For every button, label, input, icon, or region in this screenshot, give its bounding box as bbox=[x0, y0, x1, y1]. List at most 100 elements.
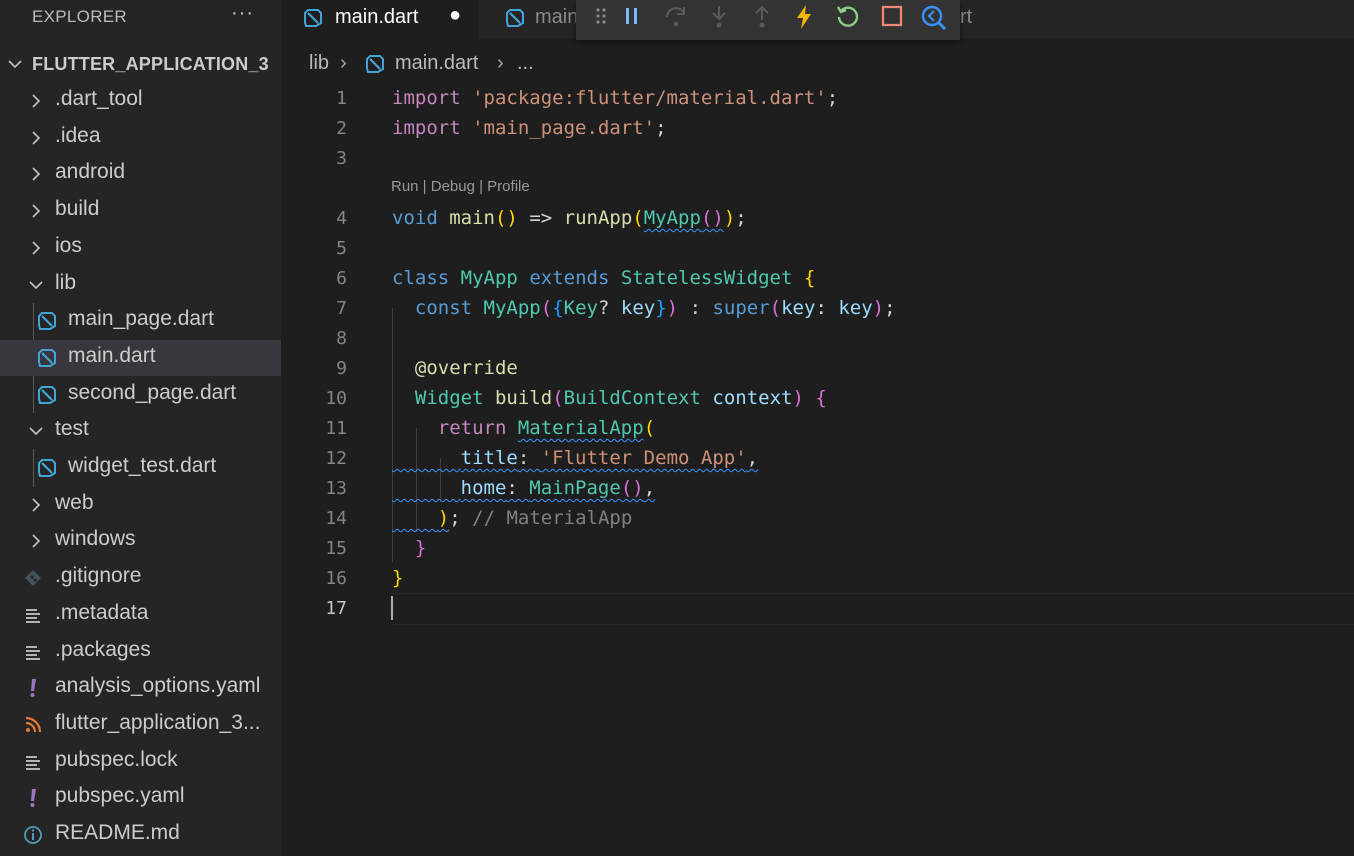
more-actions-icon[interactable]: ··· bbox=[231, 2, 254, 25]
file-item[interactable]: .gitignore bbox=[0, 560, 281, 596]
file-item[interactable]: README.md bbox=[0, 817, 281, 853]
breadcrumb-file[interactable]: main.dart bbox=[395, 52, 478, 75]
bracket: ( bbox=[643, 417, 656, 439]
code-line-15: } bbox=[392, 537, 426, 559]
file-item[interactable]: second_page.dart bbox=[0, 377, 281, 413]
bracket: () bbox=[700, 207, 724, 229]
punctuation: : bbox=[517, 447, 541, 469]
breadcrumb-symbol[interactable]: ... bbox=[517, 52, 534, 75]
chevron-down-icon bbox=[27, 419, 45, 443]
bracket: ) bbox=[666, 297, 679, 319]
folder-item[interactable]: test bbox=[0, 413, 281, 449]
hot-reload-icon[interactable] bbox=[790, 3, 818, 31]
folder-item[interactable]: .idea bbox=[0, 120, 281, 156]
breadcrumb-folder[interactable]: lib bbox=[309, 52, 329, 75]
unsaved-dot-icon[interactable]: ● bbox=[449, 4, 461, 27]
code-line-7: const MyApp({Key? key}) : super(key: key… bbox=[392, 297, 896, 319]
step-into-icon[interactable] bbox=[705, 3, 733, 31]
tree-item-label: build bbox=[55, 197, 100, 221]
punctuation: : bbox=[815, 297, 839, 319]
file-item[interactable]: .packages bbox=[0, 634, 281, 670]
bracket: } bbox=[655, 297, 667, 319]
tree-item-label: main_page.dart bbox=[68, 307, 214, 331]
punctuation: : bbox=[678, 297, 713, 319]
pause-icon[interactable] bbox=[618, 3, 646, 31]
tab-main-dart[interactable]: main.dart ● bbox=[281, 0, 479, 38]
folder-item[interactable]: ios bbox=[0, 230, 281, 266]
class-name: MainPage bbox=[529, 477, 621, 499]
string-literal: 'Flutter Demo App' bbox=[540, 447, 747, 469]
variable: title bbox=[460, 447, 518, 469]
folder-item[interactable]: web bbox=[0, 487, 281, 523]
codelens-run-debug-profile[interactable]: Run | Debug | Profile bbox=[391, 178, 530, 195]
line-number: 15 bbox=[325, 538, 347, 559]
file-item[interactable]: flutter_application_3... bbox=[0, 707, 281, 743]
code-line-16: } bbox=[392, 567, 403, 589]
punctuation: , bbox=[643, 477, 656, 499]
line-number: 9 bbox=[336, 358, 347, 379]
line-number: 11 bbox=[325, 418, 347, 439]
class-name: BuildContext bbox=[563, 387, 701, 409]
keyword: extends bbox=[529, 267, 610, 289]
closing-label-comment: // MaterialApp bbox=[472, 507, 633, 529]
chevron-right-icon bbox=[27, 126, 45, 150]
folder-item[interactable]: .dart_tool bbox=[0, 83, 281, 119]
line-number: 16 bbox=[325, 568, 347, 589]
tab-main-page-dart[interactable]: main bbox=[479, 0, 589, 38]
bracket: ) bbox=[792, 387, 804, 409]
code-line-4: void main() => runApp(MyApp()); bbox=[392, 207, 747, 229]
file-item[interactable]: main_page.dart bbox=[0, 303, 281, 339]
variable: context bbox=[712, 387, 793, 409]
folder-item[interactable]: windows bbox=[0, 523, 281, 559]
punctuation: ; bbox=[826, 87, 839, 109]
tree-item-label: README.md bbox=[55, 821, 180, 844]
tree-item-label: .dart_tool bbox=[55, 87, 143, 110]
text-file-icon bbox=[23, 752, 43, 772]
punctuation: : bbox=[506, 477, 530, 499]
folder-item[interactable]: lib bbox=[0, 267, 281, 303]
file-item[interactable]: pubspec.lock bbox=[0, 744, 281, 780]
step-over-icon[interactable] bbox=[662, 3, 690, 31]
line-number: 1 bbox=[336, 88, 347, 109]
git-file-icon bbox=[23, 568, 43, 588]
line-number: 14 bbox=[325, 508, 347, 529]
keyword: import bbox=[392, 87, 461, 109]
line-number: 3 bbox=[336, 148, 347, 169]
code-line-1: import 'package:flutter/material.dart'; bbox=[392, 87, 838, 109]
tree-item-label: lib bbox=[55, 270, 77, 294]
text-cursor bbox=[391, 596, 393, 620]
tab-label: main.dart bbox=[335, 6, 419, 28]
tab-label: main bbox=[535, 6, 579, 28]
step-out-icon[interactable] bbox=[748, 3, 776, 31]
tree-item-label: windows bbox=[55, 527, 136, 551]
chevron-down-icon bbox=[6, 52, 24, 76]
function-name: build bbox=[494, 387, 553, 409]
bracket: ( bbox=[552, 387, 564, 409]
explorer-sidebar: EXPLORER ··· FLUTTER_APPLICATION_3 .dart… bbox=[0, 0, 281, 856]
file-item[interactable]: main.dart bbox=[0, 339, 281, 376]
function-name: main bbox=[449, 207, 495, 229]
dart-file-icon bbox=[37, 458, 57, 478]
folder-item[interactable]: android bbox=[0, 156, 281, 192]
devtools-icon[interactable] bbox=[920, 3, 948, 31]
folder-item[interactable]: build bbox=[0, 193, 281, 229]
stop-icon[interactable] bbox=[878, 3, 906, 31]
dart-file-icon bbox=[37, 311, 57, 331]
tree-item-label: test bbox=[55, 417, 89, 441]
tree-item-label: pubspec.yaml bbox=[55, 784, 185, 808]
file-item[interactable]: analysis_options.yaml bbox=[0, 670, 281, 706]
file-item[interactable]: .metadata bbox=[0, 597, 281, 633]
line-number: 5 bbox=[336, 238, 347, 259]
explorer-root-folder[interactable]: FLUTTER_APPLICATION_3 bbox=[0, 46, 281, 82]
code-line-12: title: 'Flutter Demo App', bbox=[392, 447, 758, 469]
file-item[interactable]: pubspec.yaml bbox=[0, 780, 281, 816]
dart-file-icon bbox=[37, 348, 57, 368]
class-name: StatelessWidget bbox=[620, 267, 793, 289]
code-editor[interactable]: 1 2 3 4 5 6 7 8 9 10 11 12 13 14 15 16 17 Run | Debug | … bbox=[281, 82, 1354, 856]
restart-icon[interactable] bbox=[834, 3, 862, 31]
line-number: 13 bbox=[325, 478, 347, 499]
bracket: { bbox=[552, 297, 564, 319]
line-number: 7 bbox=[336, 298, 347, 319]
file-item[interactable]: widget_test.dart bbox=[0, 450, 281, 486]
drag-handle-icon[interactable] bbox=[588, 3, 616, 31]
